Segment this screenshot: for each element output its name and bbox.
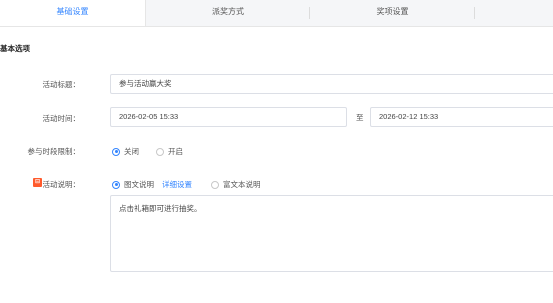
start-time-input[interactable]: 2026-02-05 15:33 (110, 107, 347, 127)
radio-label: 富文本说明 (223, 180, 261, 189)
tab-more[interactable]: 菜 (475, 0, 553, 26)
section-title: 基本选项 (0, 44, 30, 53)
radio-unchecked-icon (211, 180, 219, 189)
activity-title-label: 活动标题： (42, 80, 81, 89)
radio-checked-icon (112, 180, 120, 189)
radio-unchecked-icon (156, 147, 164, 156)
tab-prize-settings[interactable]: 奖项设置 (310, 0, 475, 26)
radio-label: 开启 (168, 147, 183, 156)
time-limit-off-radio[interactable]: 关闭 (112, 146, 139, 157)
radio-checked-icon (112, 147, 120, 156)
end-time-input[interactable]: 2026-02-12 15:33 (370, 107, 553, 127)
detail-settings-link[interactable]: 详细设置 (162, 179, 192, 190)
description-textarea[interactable]: 点击礼箱即可进行抽奖。 (110, 195, 553, 272)
tab-label: 奖项设置 (376, 7, 409, 16)
radio-label: 关闭 (124, 147, 139, 156)
tab-prize-method[interactable]: 派奖方式 (145, 0, 310, 26)
activity-time-label: 活动时间： (42, 114, 81, 123)
description-richtext-radio[interactable]: 富文本说明 (211, 179, 261, 190)
tab-label: 基础设置 (56, 7, 89, 16)
time-limit-label: 参与时段限制： (27, 147, 81, 156)
description-label: 活动说明： (42, 180, 81, 189)
tab-bar: 基础设置 派奖方式 奖项设置 菜 (0, 0, 553, 27)
description-graphic-radio[interactable]: 图文说明 详细设置 (112, 179, 192, 190)
tab-basic-settings[interactable]: 基础设置 (0, 0, 145, 26)
activity-title-input[interactable]: 参与活动赢大奖 (110, 74, 553, 94)
time-limit-on-radio[interactable]: 开启 (156, 146, 183, 157)
tab-label: 派奖方式 (212, 7, 244, 16)
time-separator: 至 (356, 113, 364, 122)
radio-label: 图文说明 (124, 180, 154, 189)
